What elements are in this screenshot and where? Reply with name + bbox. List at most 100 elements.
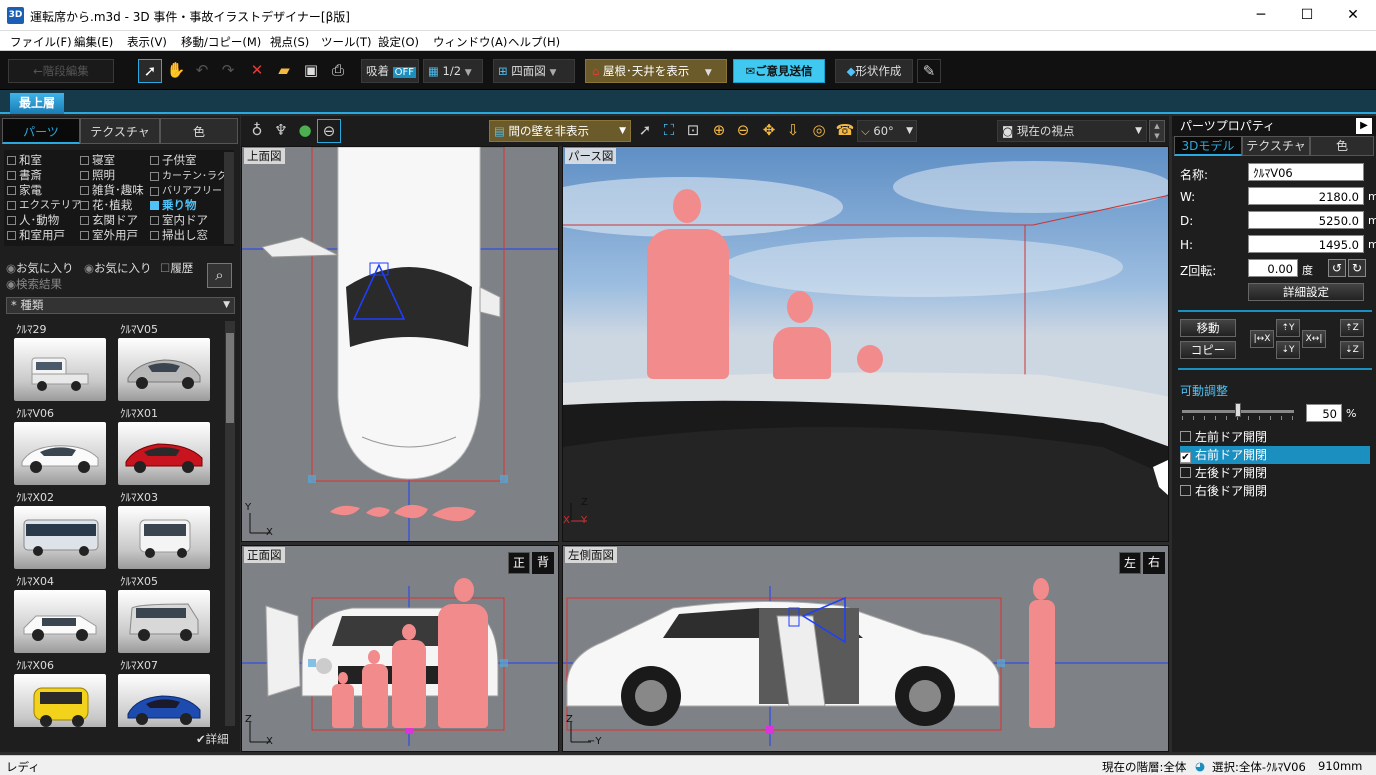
menu-help[interactable]: ヘルプ(H) bbox=[508, 34, 560, 50]
depth-field[interactable]: 5250.0 bbox=[1248, 211, 1364, 229]
item-scrollbar[interactable] bbox=[225, 321, 235, 726]
category-item[interactable]: 和室用戸 bbox=[7, 227, 65, 243]
part-item[interactable]: ｸﾙﾏX02 bbox=[14, 489, 114, 569]
tab-color[interactable]: 色 bbox=[1310, 136, 1374, 156]
move-x-plus-icon[interactable]: X↔| bbox=[1302, 330, 1326, 348]
category-item[interactable]: 室外用戸 bbox=[80, 227, 138, 243]
zoom-out-icon[interactable]: ⊖ bbox=[731, 119, 755, 143]
menu-view[interactable]: 表示(V) bbox=[127, 34, 167, 50]
favorites-filter[interactable]: ◉お気に入り bbox=[6, 260, 74, 276]
fov-select[interactable]: ⌵ 60° ▼ bbox=[857, 120, 917, 142]
light-add-icon[interactable]: ● bbox=[293, 119, 317, 143]
move-button[interactable]: 移動 bbox=[1180, 319, 1236, 337]
menu-viewpoint[interactable]: 視点(S) bbox=[270, 34, 309, 50]
move-z-plus-icon[interactable]: ⇡Z bbox=[1340, 319, 1364, 337]
delete-icon[interactable]: ✕ bbox=[245, 59, 269, 83]
zoom-region-icon[interactable]: ⊡ bbox=[681, 119, 705, 143]
undo-icon[interactable]: ↶ bbox=[190, 59, 214, 83]
category-item[interactable]: 和室 bbox=[7, 152, 42, 168]
part-item[interactable]: ｸﾙﾏX05 bbox=[118, 573, 218, 653]
menu-file[interactable]: ファイル(F) bbox=[10, 34, 72, 50]
rotate-right-icon[interactable]: ↻ bbox=[1348, 259, 1366, 277]
scrollbar-thumb[interactable] bbox=[226, 333, 234, 423]
category-item[interactable]: 人･動物 bbox=[7, 212, 59, 228]
shape-create-button[interactable]: ◆形状作成 bbox=[835, 59, 913, 83]
left-view-button[interactable]: 左 bbox=[1119, 552, 1141, 574]
orbit-icon[interactable]: ◎ bbox=[807, 119, 831, 143]
viewport-perspective[interactable]: パース図 Z X Y bbox=[562, 146, 1169, 542]
ruler-icon[interactable]: ✎ bbox=[917, 59, 941, 83]
category-item[interactable]: 花･植栽 bbox=[80, 197, 132, 213]
search-result-filter[interactable]: ◉検索結果 bbox=[6, 276, 62, 292]
viewport-top[interactable]: 上面図 Y X bbox=[241, 146, 559, 542]
menu-edit[interactable]: 編集(E) bbox=[74, 34, 113, 50]
copy-button[interactable]: コピー bbox=[1180, 341, 1236, 359]
roof-toggle-select[interactable]: ⌂ 屋根･天井を表示 ▼ bbox=[585, 59, 727, 83]
move-x-minus-icon[interactable]: |↔X bbox=[1250, 330, 1274, 348]
category-item[interactable]: 雑貨･趣味 bbox=[80, 182, 144, 198]
door-front-left-checkbox[interactable]: 左前ドア開閉 bbox=[1180, 428, 1370, 446]
print-icon[interactable]: ⎙ bbox=[326, 59, 350, 83]
category-item[interactable]: カーテン･ラグ bbox=[150, 167, 227, 182]
history-filter[interactable]: ☐履歴 bbox=[160, 260, 193, 276]
camera-view-select[interactable]: ◙ 現在の視点 ▼ bbox=[997, 120, 1147, 142]
height-field[interactable]: 1495.0 bbox=[1248, 235, 1364, 253]
part-item[interactable]: ｸﾙﾏX07 bbox=[118, 657, 218, 727]
menu-window[interactable]: ウィンドウ(A) bbox=[433, 34, 507, 50]
move-z-minus-icon[interactable]: ⇣Z bbox=[1340, 341, 1364, 359]
fit-view-icon[interactable]: ⛶ bbox=[657, 119, 681, 143]
category-item[interactable]: エクステリア bbox=[7, 197, 82, 212]
tab-texture[interactable]: テクスチャ bbox=[1242, 136, 1310, 156]
category-item-selected[interactable]: 乗り物 bbox=[150, 197, 197, 213]
select-arrow-icon[interactable]: ➚ bbox=[633, 119, 657, 143]
part-item[interactable]: ｸﾙﾏX03 bbox=[118, 489, 218, 569]
front-view-button[interactable]: 正 bbox=[508, 552, 530, 574]
rotate-left-icon[interactable]: ↺ bbox=[1328, 259, 1346, 277]
category-item[interactable]: 照明 bbox=[80, 167, 115, 183]
width-field[interactable]: 2180.0 bbox=[1248, 187, 1364, 205]
floor-tab-top[interactable]: 最上層 bbox=[10, 93, 64, 114]
category-item[interactable]: 玄関ドア bbox=[80, 212, 138, 228]
category-item[interactable]: 子供室 bbox=[150, 152, 197, 168]
minimize-button[interactable]: ─ bbox=[1238, 0, 1284, 31]
lamp-pair-icon[interactable]: ♆ bbox=[269, 119, 293, 143]
favorites-filter-2[interactable]: ◉お気に入り bbox=[84, 260, 152, 276]
save-icon[interactable]: ▣ bbox=[299, 59, 323, 83]
viewport-front[interactable]: 正面図 正 背 Z X bbox=[241, 545, 559, 752]
feedback-button[interactable]: ✉ご意見送信 bbox=[733, 59, 825, 83]
part-item[interactable]: ｸﾙﾏX01 bbox=[118, 405, 218, 485]
close-button[interactable]: ✕ bbox=[1330, 0, 1376, 31]
rotation-field[interactable]: 0.00 bbox=[1248, 259, 1298, 277]
move-y-plus-icon[interactable]: ⇡Y bbox=[1276, 319, 1300, 337]
lamp-icon[interactable]: ♁ bbox=[245, 119, 269, 143]
pan-move-icon[interactable]: ✥ bbox=[757, 119, 781, 143]
search-icon[interactable]: ⌕ bbox=[207, 263, 232, 288]
part-item[interactable]: ｸﾙﾏX06 bbox=[14, 657, 114, 727]
door-front-right-checkbox[interactable]: ✔ 右前ドア開閉 bbox=[1180, 446, 1370, 464]
tab-color[interactable]: 色 bbox=[160, 118, 238, 144]
back-stair-edit-button[interactable]: ←階段編集 bbox=[8, 59, 114, 83]
tab-3d-model[interactable]: 3Dモデル bbox=[1174, 136, 1242, 156]
walk-icon[interactable]: ⇩ bbox=[781, 119, 805, 143]
select-arrow-icon[interactable]: ➚ bbox=[138, 59, 162, 83]
category-scrollbar[interactable] bbox=[224, 152, 234, 244]
back-view-button[interactable]: 背 bbox=[532, 552, 554, 574]
part-item[interactable]: ｸﾙﾏV05 bbox=[118, 321, 218, 401]
pan-hand-icon[interactable]: ✋ bbox=[164, 59, 188, 83]
menu-move-copy[interactable]: 移動/コピー(M) bbox=[181, 34, 261, 50]
category-item[interactable]: 家電 bbox=[7, 182, 42, 198]
category-item[interactable]: 書斎 bbox=[7, 167, 42, 183]
wall-toggle-select[interactable]: ▤ 間の壁を非表示 ▼ bbox=[489, 120, 631, 142]
menu-settings[interactable]: 設定(O) bbox=[378, 34, 419, 50]
maximize-button[interactable]: ☐ bbox=[1284, 0, 1330, 31]
menu-tools[interactable]: ツール(T) bbox=[321, 34, 372, 50]
open-folder-icon[interactable]: ▰ bbox=[272, 59, 296, 83]
part-item[interactable]: ｸﾙﾏV06 bbox=[14, 405, 114, 485]
name-field[interactable]: ｸﾙﾏV06 bbox=[1248, 163, 1364, 181]
door-rear-right-checkbox[interactable]: 右後ドア開閉 bbox=[1180, 482, 1370, 500]
detail-checkbox[interactable]: ✔詳細 bbox=[196, 731, 229, 747]
zoom-in-icon[interactable]: ⊕ bbox=[707, 119, 731, 143]
view-mode-select[interactable]: ⊞ 四面図 ▼ bbox=[493, 59, 575, 83]
collapse-panel-icon[interactable]: ▶ bbox=[1356, 118, 1372, 134]
category-item[interactable]: バリアフリー bbox=[150, 182, 222, 197]
